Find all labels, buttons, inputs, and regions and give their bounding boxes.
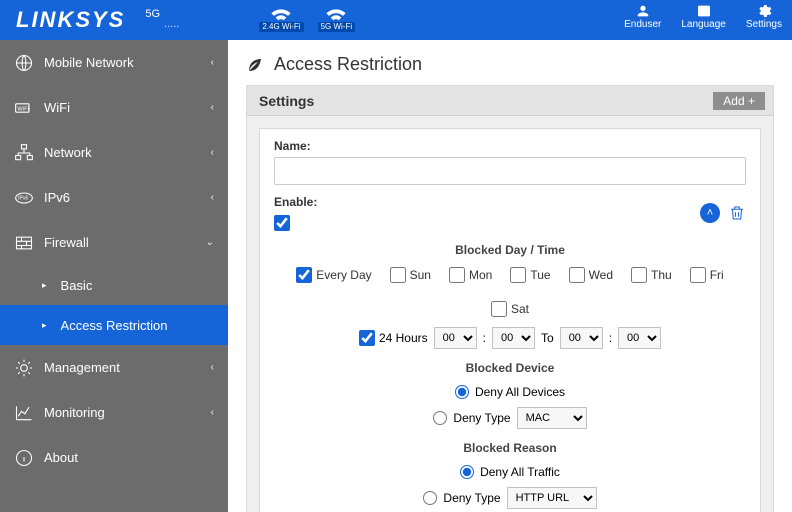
sidebar-item-wifi[interactable]: WiFi WiFi‹ xyxy=(0,85,228,130)
leaf-icon xyxy=(246,56,264,74)
deny-type-reason-radio[interactable] xyxy=(423,491,437,505)
sidebar-item-about[interactable]: About xyxy=(0,435,228,480)
sidebar-item-firewall[interactable]: Firewall⌄ xyxy=(0,220,228,265)
settings-button[interactable]: Settings xyxy=(746,3,782,30)
ipv6-icon: IPv6 xyxy=(14,188,34,208)
user-icon xyxy=(635,3,651,19)
topbar: LINKSYS 5G ..... 2.4G Wi-Fi 5G Wi-Fi End… xyxy=(0,0,792,40)
sidebar-item-management[interactable]: Management‹ xyxy=(0,345,228,390)
enable-checkbox[interactable] xyxy=(274,215,290,231)
device-type-select[interactable]: MAC xyxy=(517,407,587,429)
fiveg-label: 5G xyxy=(145,8,160,20)
chevron-left-icon: ‹ xyxy=(211,362,214,373)
enduser-button[interactable]: Enduser xyxy=(624,3,661,30)
signal-dots: ..... xyxy=(164,18,179,30)
settings-panel: Settings Add + Name: Enable: ˄ xyxy=(246,85,774,512)
time-row: 24 Hours 00 : 00 To 00 : 00 xyxy=(274,327,746,349)
gear-icon xyxy=(756,3,772,19)
wifi-24g-badge[interactable]: 2.4G Wi-Fi xyxy=(259,8,303,32)
chevron-left-icon: ‹ xyxy=(211,102,214,113)
deny-all-traffic-radio[interactable] xyxy=(460,465,474,479)
sidebar-item-mobile[interactable]: Mobile Network‹ xyxy=(0,40,228,85)
wifi-icon xyxy=(270,8,292,22)
deny-all-devices-radio[interactable] xyxy=(455,385,469,399)
tue-checkbox[interactable] xyxy=(510,267,526,283)
firewall-icon xyxy=(14,233,34,253)
sun-checkbox[interactable] xyxy=(390,267,406,283)
svg-text:IPv6: IPv6 xyxy=(18,195,28,201)
to-min-select[interactable]: 00 xyxy=(618,327,661,349)
sat-checkbox[interactable] xyxy=(491,301,507,317)
blocked-daytime-title: Blocked Day / Time xyxy=(274,243,746,257)
chart-icon xyxy=(14,403,34,423)
chevron-left-icon: ‹ xyxy=(211,407,214,418)
caret-right-icon: ▸ xyxy=(42,320,47,331)
enable-label: Enable: xyxy=(274,195,317,209)
sidebar-sub-basic[interactable]: ▸Basic xyxy=(0,265,228,305)
collapse-button[interactable]: ˄ xyxy=(700,203,720,223)
caret-right-icon: ▸ xyxy=(42,280,47,291)
sidebar-sub-access-restriction[interactable]: ▸Access Restriction xyxy=(0,305,228,345)
wifi-5g-badge[interactable]: 5G Wi-Fi xyxy=(318,8,356,32)
gear-outline-icon xyxy=(14,358,34,378)
chevron-down-icon: ⌄ xyxy=(206,237,214,248)
sidebar-item-ipv6[interactable]: IPv6 IPv6‹ xyxy=(0,175,228,220)
reason-type-select[interactable]: HTTP URL xyxy=(507,487,597,509)
to-hour-select[interactable]: 00 xyxy=(560,327,603,349)
chevron-up-icon: ˄ xyxy=(707,207,713,219)
mon-checkbox[interactable] xyxy=(449,267,465,283)
sidebar: Mobile Network‹ WiFi WiFi‹ Network‹ IPv6… xyxy=(0,40,228,512)
sidebar-item-network[interactable]: Network‹ xyxy=(0,130,228,175)
info-icon xyxy=(14,448,34,468)
chevron-left-icon: ‹ xyxy=(211,192,214,203)
add-button[interactable]: Add + xyxy=(713,92,765,110)
thu-checkbox[interactable] xyxy=(631,267,647,283)
fri-checkbox[interactable] xyxy=(690,267,706,283)
network-icon xyxy=(14,143,34,163)
chevron-left-icon: ‹ xyxy=(211,147,214,158)
from-hour-select[interactable]: 00 xyxy=(434,327,477,349)
chevron-left-icon: ‹ xyxy=(211,57,214,68)
name-label: Name: xyxy=(274,139,746,153)
page-title: Access Restriction xyxy=(274,54,422,75)
language-button[interactable]: Language xyxy=(681,3,726,30)
wifi-badges: 2.4G Wi-Fi 5G Wi-Fi xyxy=(259,8,355,32)
trash-icon xyxy=(728,204,746,222)
days-row: Every Day Sun Mon Tue Wed Thu Fri Sat xyxy=(274,267,746,317)
rule-card: Name: Enable: ˄ xyxy=(259,128,761,512)
name-input[interactable] xyxy=(274,157,746,185)
wifi-icon xyxy=(325,8,347,22)
everyday-checkbox[interactable] xyxy=(296,267,312,283)
language-icon xyxy=(696,3,712,19)
svg-text:WiFi: WiFi xyxy=(17,106,29,112)
main-content: Access Restriction Settings Add + Name: … xyxy=(228,40,792,512)
logo: LINKSYS xyxy=(16,7,125,33)
deny-type-device-radio[interactable] xyxy=(433,411,447,425)
delete-button[interactable] xyxy=(728,204,746,222)
wifi-box-icon: WiFi xyxy=(14,98,34,118)
panel-title: Settings xyxy=(259,93,314,109)
from-min-select[interactable]: 00 xyxy=(492,327,535,349)
blocked-device-title: Blocked Device xyxy=(274,361,746,375)
sidebar-item-monitoring[interactable]: Monitoring‹ xyxy=(0,390,228,435)
globe-icon xyxy=(14,53,34,73)
wed-checkbox[interactable] xyxy=(569,267,585,283)
blocked-reason-title: Blocked Reason xyxy=(274,441,746,455)
24h-checkbox[interactable] xyxy=(359,330,375,346)
